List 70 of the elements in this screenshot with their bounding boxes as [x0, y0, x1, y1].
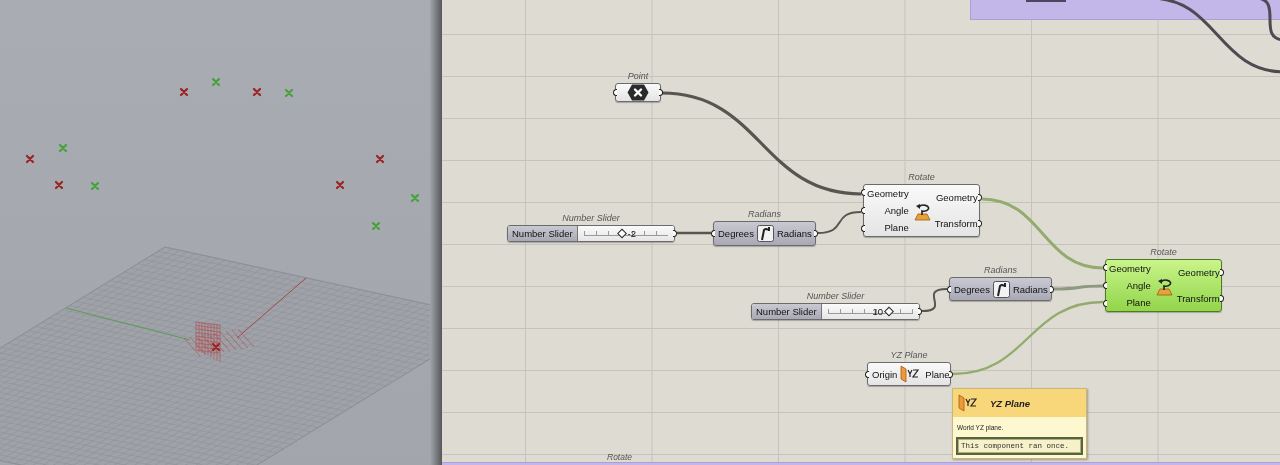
- wire: [921, 288, 948, 312]
- slider-thumb[interactable]: [884, 306, 895, 317]
- output-label: Transform: [934, 217, 978, 229]
- wire: [1054, 284, 1103, 291]
- slider-value: 10: [872, 306, 884, 317]
- output-grip[interactable]: [949, 370, 953, 378]
- input-label: Degrees: [954, 283, 990, 295]
- slider-name: Number Slider: [508, 226, 578, 241]
- output-grip[interactable]: [659, 89, 663, 96]
- node-label: YZ Plane: [890, 350, 928, 360]
- slider-track[interactable]: -2: [577, 226, 674, 241]
- input-grip[interactable]: [861, 189, 865, 197]
- number-slider[interactable]: Number Slider -2: [507, 225, 675, 242]
- radius-icon: [756, 225, 774, 242]
- output-grip[interactable]: [1220, 268, 1224, 276]
- input-grip[interactable]: [861, 207, 865, 214]
- input-grip[interactable]: [711, 230, 715, 237]
- slider-value: -2: [627, 228, 636, 239]
- input-grip[interactable]: [861, 224, 865, 232]
- input-label: Plane: [1126, 297, 1151, 308]
- component-node[interactable]: Geometry Angle Plane Geometry Transform: [863, 184, 980, 237]
- node-label: Number Slider: [806, 291, 865, 301]
- input-label: Angle: [1126, 280, 1151, 291]
- radius-icon: [992, 280, 1010, 298]
- wire: [677, 231, 711, 235]
- node-label: Radians: [984, 265, 1017, 275]
- input-label: Angle: [884, 205, 909, 216]
- input-grip[interactable]: [865, 370, 869, 378]
- input-grip[interactable]: [947, 285, 951, 293]
- slider-name: Number Slider: [752, 304, 822, 319]
- input-label: Degrees: [718, 228, 754, 239]
- output-label: Geometry: [1177, 267, 1220, 279]
- output-grip[interactable]: [1050, 285, 1054, 293]
- hexagon-cross-icon: [627, 84, 649, 101]
- input-grip[interactable]: [1103, 264, 1107, 272]
- tooltip-title: YZ Plane: [990, 397, 1031, 409]
- output-label: Radians: [776, 228, 812, 239]
- output-grip[interactable]: [978, 220, 982, 228]
- component-node[interactable]: Degrees Radians: [713, 221, 816, 246]
- node-label: Rotate: [1150, 247, 1177, 257]
- output-grip[interactable]: [1220, 295, 1224, 303]
- node-label: Point: [627, 71, 649, 81]
- node-label: Rotate: [908, 172, 935, 182]
- input-label: Geometry: [1109, 263, 1151, 274]
- input-grip[interactable]: [613, 89, 617, 96]
- input-grip[interactable]: [1103, 282, 1107, 289]
- node-label: Radians: [748, 209, 781, 219]
- component-node[interactable]: Geometry Angle Plane Geometry Transform: [1105, 259, 1222, 312]
- output-grip[interactable]: [814, 230, 818, 237]
- input-label: Plane: [884, 222, 909, 233]
- component-node[interactable]: Degrees Radians: [949, 277, 1052, 301]
- output-grip[interactable]: [918, 308, 922, 315]
- slider-thumb[interactable]: [617, 228, 628, 239]
- input-label: Origin: [872, 368, 898, 380]
- node-label: Number Slider: [562, 213, 620, 223]
- input-grip[interactable]: [1103, 299, 1107, 307]
- parameter-node[interactable]: [615, 83, 661, 102]
- output-grip[interactable]: [978, 193, 982, 201]
- wire: [817, 211, 862, 234]
- output-label: Geometry: [935, 192, 978, 204]
- component-node[interactable]: Origin Plane: [867, 362, 951, 386]
- node-label: Rotate: [607, 452, 633, 462]
- output-label: Plane: [925, 368, 950, 380]
- output-label: Radians: [1012, 283, 1048, 295]
- plane-icon: [958, 394, 980, 412]
- input-label: Geometry: [867, 188, 909, 199]
- output-grip[interactable]: [673, 230, 677, 237]
- number-slider[interactable]: Number Slider 10: [751, 303, 920, 320]
- output-label: Transform: [1176, 292, 1220, 304]
- slider-track[interactable]: 10: [821, 304, 919, 319]
